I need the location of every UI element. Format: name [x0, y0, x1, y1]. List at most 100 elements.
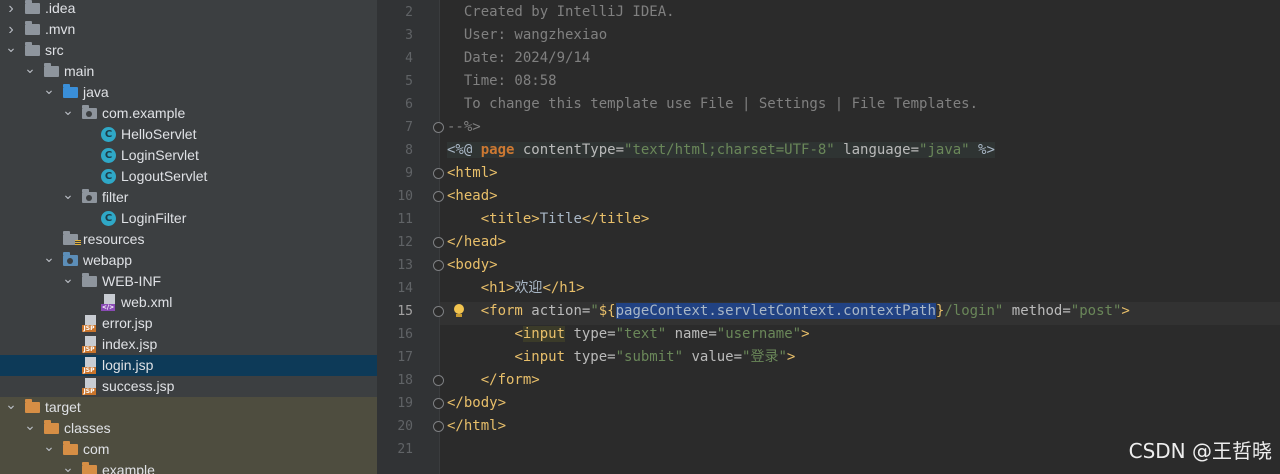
tree-item[interactable]: C LoginServlet	[0, 145, 377, 166]
tree-item[interactable]: ⌄ com.example	[0, 103, 377, 124]
tree-item[interactable]: </> web.xml	[0, 292, 377, 313]
code-line[interactable]: User: wangzhexiao	[447, 24, 607, 47]
jsp-file-icon: JSP	[82, 378, 96, 395]
code-token: method=	[1003, 303, 1071, 319]
chevron-down-icon[interactable]: ⌄	[62, 187, 74, 208]
tree-item[interactable]: ⌄ src	[0, 40, 377, 61]
tree-item[interactable]: JSP index.jsp	[0, 334, 377, 355]
code-line[interactable]: </html>	[447, 415, 506, 438]
code-line[interactable]: To change this template use File | Setti…	[447, 93, 978, 116]
tree-item[interactable]: JSP success.jsp	[0, 376, 377, 397]
java-class-icon: C	[101, 169, 116, 184]
chevron-down-icon[interactable]: ⌄	[5, 397, 17, 418]
line-number: 7	[405, 120, 413, 135]
code-token: %>	[969, 142, 995, 158]
fold-marker-icon[interactable]	[433, 398, 444, 409]
code-line[interactable]: <input type="submit" value="登录">	[447, 346, 795, 369]
chevron-down-icon[interactable]: ⌄	[62, 460, 74, 474]
fold-marker-icon[interactable]	[433, 260, 444, 271]
jsp-file-icon: JSP	[82, 336, 96, 353]
tree-item[interactable]: ⌄ example	[0, 460, 377, 474]
code-line[interactable]: Time: 08:58	[447, 70, 557, 93]
code-token: "登录"	[742, 349, 787, 365]
tree-item-label: webapp	[83, 252, 133, 268]
chevron-down-icon[interactable]: ⌄	[24, 61, 36, 82]
code-token: </head>	[447, 234, 507, 250]
tree-item-label: .idea	[45, 0, 76, 16]
lightbulb-icon[interactable]	[453, 304, 465, 318]
fold-marker-icon[interactable]	[433, 375, 444, 386]
tree-item[interactable]: ⌄ target	[0, 397, 377, 418]
code-line[interactable]: <form action="${pageContext.servletConte…	[447, 300, 1130, 323]
tree-item[interactable]: ⌄ main	[0, 61, 377, 82]
code-token: "	[590, 303, 599, 319]
fold-marker-icon[interactable]	[433, 237, 444, 248]
tree-item[interactable]: ⌄ WEB-INF	[0, 271, 377, 292]
code-line[interactable]: </body>	[447, 392, 506, 415]
code-line[interactable]: Date: 2024/9/14	[447, 47, 590, 70]
tree-item[interactable]: ⌄ java	[0, 82, 377, 103]
tree-item[interactable]: › .mvn	[0, 19, 377, 40]
fold-marker-icon[interactable]	[433, 168, 444, 179]
chevron-down-icon[interactable]: ⌄	[43, 439, 55, 460]
tree-item[interactable]: resources	[0, 229, 377, 250]
code-line[interactable]: </form>	[447, 369, 540, 392]
line-number: 16	[397, 327, 413, 342]
folder-icon	[82, 273, 97, 287]
chevron-right-icon[interactable]: ›	[5, 19, 17, 40]
code-token: <html>	[447, 165, 498, 181]
folder-icon	[63, 231, 81, 246]
code-line[interactable]: <%@ page contentType="text/html;charset=…	[447, 139, 995, 162]
fold-marker-icon[interactable]	[433, 421, 444, 432]
folder-icon	[25, 42, 40, 56]
code-line[interactable]: <html>	[447, 162, 498, 185]
chevron-right-icon[interactable]: ›	[5, 0, 17, 19]
code-token: 欢迎	[514, 280, 543, 296]
chevron-down-icon[interactable]: ⌄	[43, 82, 55, 103]
fold-marker-icon[interactable]	[433, 306, 444, 317]
code-line[interactable]: <head>	[447, 185, 498, 208]
code-line[interactable]: <body>	[447, 254, 498, 277]
code-token: </title>	[581, 211, 650, 227]
code-token: "username"	[716, 326, 802, 342]
code-editor[interactable]: 2 3 4 5 6 7 8 9 10 11 12 13 14 15 16 17 18 19 20 21 Created…	[377, 0, 1280, 474]
chevron-down-icon[interactable]: ⌄	[43, 250, 55, 271]
line-number: 3	[405, 28, 413, 43]
tree-item-label: filter	[102, 189, 129, 205]
tree-item[interactable]: C LogoutServlet	[0, 166, 377, 187]
code-line[interactable]: --%>	[447, 116, 481, 139]
tree-item[interactable]: ⌄ classes	[0, 418, 377, 439]
jsp-file-icon: JSP	[82, 357, 96, 374]
chevron-down-icon[interactable]: ⌄	[5, 40, 17, 61]
tree-item[interactable]: C LoginFilter	[0, 208, 377, 229]
tree-item-label: src	[45, 42, 64, 58]
fold-marker-icon[interactable]	[433, 122, 444, 133]
code-token: >	[1121, 303, 1130, 319]
code-token: "text/html;charset=UTF-8"	[624, 142, 835, 158]
tree-item[interactable]: ⌄ filter	[0, 187, 377, 208]
chevron-down-icon[interactable]: ⌄	[62, 271, 74, 292]
code-line[interactable]: <input type="text" name="username">	[447, 323, 810, 346]
tree-item[interactable]: ⌄ com	[0, 439, 377, 460]
tree-item[interactable]: JSP login.jsp	[0, 355, 377, 376]
tree-item[interactable]: › .idea	[0, 0, 377, 19]
folder-icon	[44, 420, 59, 434]
fold-marker-icon[interactable]	[433, 191, 444, 202]
code-token: input	[522, 326, 566, 342]
code-line[interactable]: <title>Title</title>	[447, 208, 650, 231]
code-line[interactable]: </head>	[447, 231, 506, 254]
chevron-down-icon[interactable]: ⌄	[24, 418, 36, 439]
code-token: <%@	[447, 142, 481, 158]
line-number: 2	[405, 5, 413, 20]
code-token: language=	[834, 142, 920, 158]
tree-item[interactable]: ⌄ webapp	[0, 250, 377, 271]
java-class-icon: C	[101, 127, 116, 142]
code-line[interactable]: <h1>欢迎</h1>	[447, 277, 585, 300]
tree-item[interactable]: C HelloServlet	[0, 124, 377, 145]
code-token: action=	[522, 303, 591, 319]
tree-item[interactable]: JSP error.jsp	[0, 313, 377, 334]
code-token: name=	[666, 326, 717, 342]
code-line[interactable]: Created by IntelliJ IDEA.	[447, 1, 675, 24]
chevron-down-icon[interactable]: ⌄	[62, 103, 74, 124]
code-token: Title	[539, 211, 582, 227]
